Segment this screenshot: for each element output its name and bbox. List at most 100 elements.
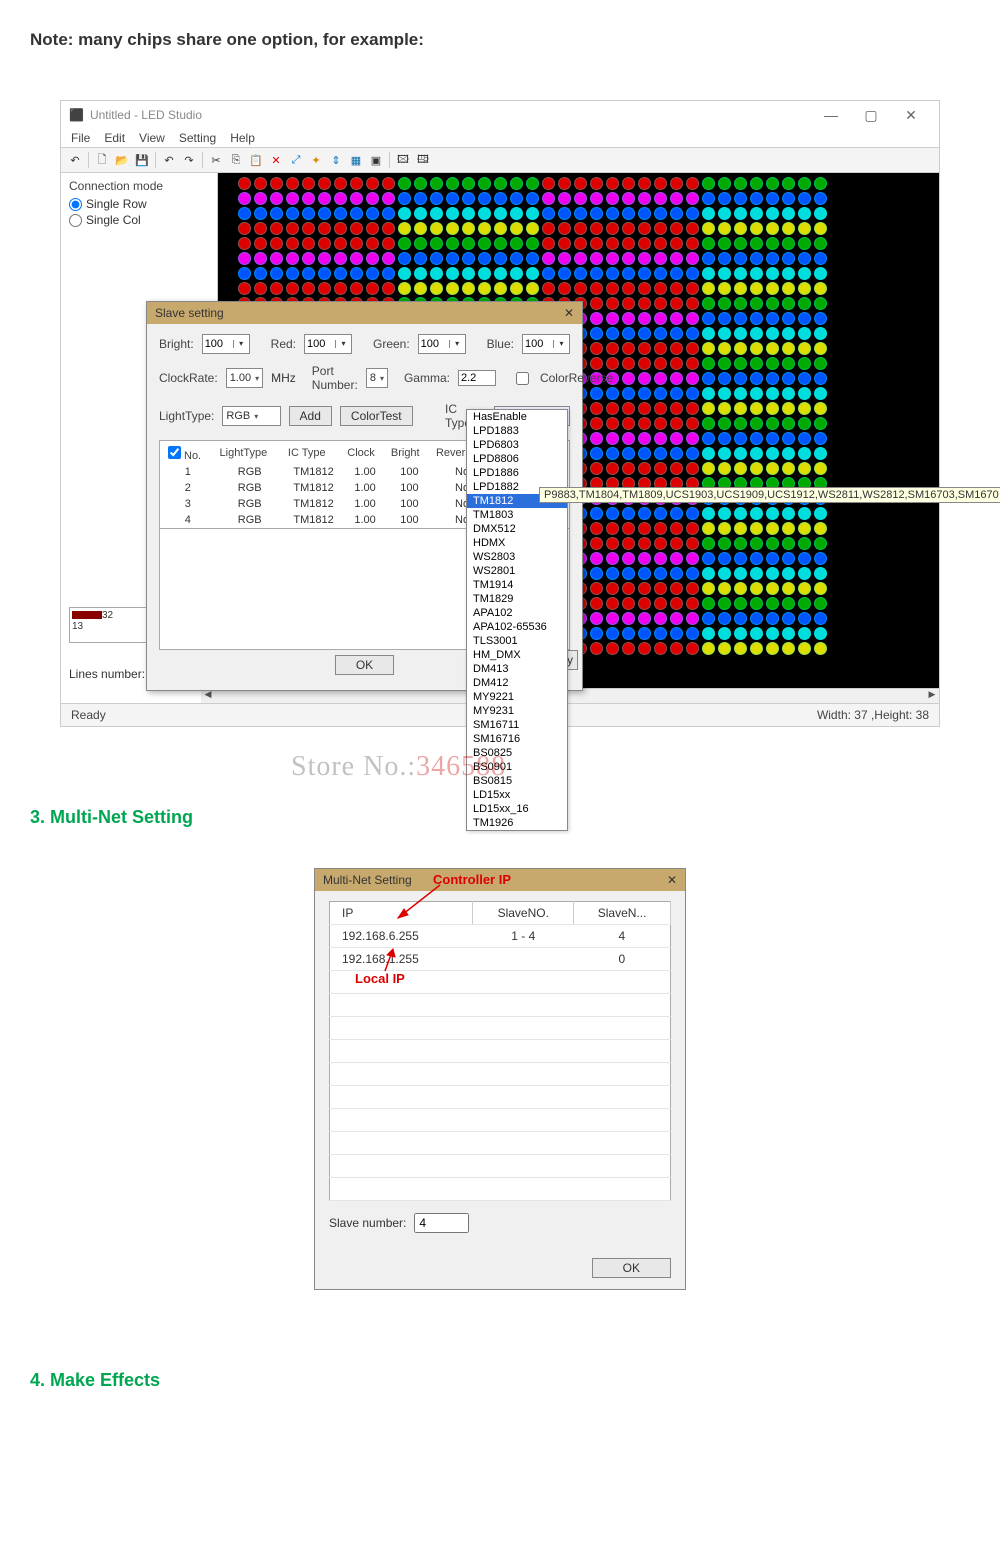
ictype-option[interactable]: APA102	[467, 606, 567, 620]
ictype-option[interactable]: HasEnable	[467, 410, 567, 424]
single-col-label: Single Col	[86, 213, 141, 227]
ictype-option[interactable]: LPD8806	[467, 452, 567, 466]
tool-c-icon[interactable]: ⇕	[327, 151, 345, 169]
slave-number-label: Slave number:	[329, 1216, 406, 1230]
ictype-option[interactable]: WS2803	[467, 550, 567, 564]
clockrate-label: ClockRate:	[159, 371, 218, 385]
ictype-option[interactable]: DM413	[467, 662, 567, 676]
clockrate-value[interactable]: 1.00	[230, 372, 251, 384]
single-row-radio[interactable]	[69, 198, 82, 211]
ictype-option[interactable]: TM1914	[467, 578, 567, 592]
ictype-option[interactable]: BS0901	[467, 760, 567, 774]
bright-label: Bright:	[159, 337, 194, 351]
new-icon[interactable]: 🗋	[93, 151, 111, 169]
ictype-option[interactable]: LPD1886	[467, 466, 567, 480]
menu-file[interactable]: File	[71, 131, 90, 145]
save-icon[interactable]: 💾	[133, 151, 151, 169]
maximize-button[interactable]: ▢	[851, 107, 891, 124]
mn-ok-button[interactable]: OK	[592, 1258, 671, 1278]
ictype-option[interactable]: APA102-65536	[467, 620, 567, 634]
undo-icon[interactable]: ↶	[66, 151, 84, 169]
ictype-option[interactable]: TM1926	[467, 816, 567, 830]
single-col-radio[interactable]	[69, 214, 82, 227]
ictype-option[interactable]: LD15xx	[467, 788, 567, 802]
menu-view[interactable]: View	[139, 131, 165, 145]
table-check-all[interactable]	[168, 446, 181, 459]
table-row	[330, 1109, 671, 1132]
ictype-option[interactable]: DM412	[467, 676, 567, 690]
slave-ok-button[interactable]: OK	[335, 655, 394, 675]
undo2-icon[interactable]: ↶	[160, 151, 178, 169]
open-icon[interactable]: 📂	[113, 151, 131, 169]
toolbar: ↶ 🗋 📂 💾 ↶ ↷ ✂ ⎘ 📋 ✕ ⤢ ✦ ⇕ ▦ ▣ 🖾 🖽	[61, 148, 939, 173]
window-title: Untitled - LED Studio	[90, 108, 811, 122]
redo-icon[interactable]: ↷	[180, 151, 198, 169]
ictype-option[interactable]: DMX512	[467, 522, 567, 536]
delete-icon[interactable]: ✕	[267, 151, 285, 169]
th-clock: Clock	[343, 441, 387, 465]
ictype-option[interactable]: LPD6803	[467, 438, 567, 452]
tool-a-icon[interactable]: ⤢	[287, 151, 305, 169]
ictype-option[interactable]: TM1803	[467, 508, 567, 522]
status-wh: Width: 37 ,Height: 38	[709, 708, 929, 722]
grid-icon[interactable]: ▦	[347, 151, 365, 169]
spin-icon[interactable]: ▾	[233, 340, 249, 348]
cut-icon[interactable]: ✂	[207, 151, 225, 169]
chevron-down-icon[interactable]: ▾	[255, 374, 259, 383]
paste-icon[interactable]: 📋	[247, 151, 265, 169]
ictype-option[interactable]: SM16716	[467, 732, 567, 746]
green-input[interactable]	[419, 338, 449, 350]
tool-b-icon[interactable]: ✦	[307, 151, 325, 169]
list-idx-13: 13	[72, 621, 83, 632]
close-button[interactable]: ✕	[891, 107, 931, 124]
ictype-option[interactable]: TM1829	[467, 592, 567, 606]
lighttype-label: LightType:	[159, 409, 214, 423]
single-row-label: Single Row	[86, 197, 147, 211]
chevron-down-icon[interactable]: ▾	[254, 412, 258, 421]
scroll-left-icon[interactable]: ◀	[201, 689, 215, 703]
connection-mode-label: Connection mode	[69, 179, 209, 193]
scroll-right-icon[interactable]: ▶	[925, 689, 939, 703]
img-icon[interactable]: 🖾	[394, 151, 412, 169]
chart-icon[interactable]: 🖽	[414, 151, 432, 169]
ictype-option[interactable]: MY9221	[467, 690, 567, 704]
spin-icon[interactable]: ▾	[553, 340, 569, 348]
ictype-option[interactable]: LPD1883	[467, 424, 567, 438]
spin-icon[interactable]: ▾	[449, 340, 465, 348]
ictype-option[interactable]: MY9231	[467, 704, 567, 718]
menu-help[interactable]: Help	[230, 131, 255, 145]
gamma-input[interactable]	[458, 370, 496, 386]
th-ictype: IC Type	[284, 441, 343, 465]
portnumber-value[interactable]: 8	[370, 372, 376, 384]
blue-input[interactable]	[523, 338, 553, 350]
slave-number-input[interactable]	[414, 1213, 469, 1233]
bright-input[interactable]	[203, 338, 233, 350]
ictype-dropdown[interactable]: HasEnableLPD1883LPD6803LPD8806LPD1886LPD…	[466, 409, 568, 831]
ictype-option[interactable]: HDMX	[467, 536, 567, 550]
note-text: Note: many chips share one option, for e…	[30, 30, 970, 50]
ictype-option[interactable]: HM_DMX	[467, 648, 567, 662]
colorreverse-checkbox[interactable]	[516, 372, 529, 385]
lighttype-value[interactable]: RGB	[226, 410, 250, 422]
colortest-button[interactable]: ColorTest	[340, 406, 413, 426]
rect-icon[interactable]: ▣	[367, 151, 385, 169]
add-button[interactable]: Add	[289, 406, 332, 426]
ictype-option[interactable]: SM16711	[467, 718, 567, 732]
ictype-option[interactable]: BS0825	[467, 746, 567, 760]
slave-dialog-close-icon[interactable]: ✕	[564, 306, 574, 320]
menu-edit[interactable]: Edit	[104, 131, 125, 145]
slave-dialog-title: Slave setting	[155, 306, 224, 320]
copy-icon[interactable]: ⎘	[227, 151, 245, 169]
menu-setting[interactable]: Setting	[179, 131, 216, 145]
spin-icon[interactable]: ▾	[335, 340, 351, 348]
ictype-option[interactable]: LD15xx_16	[467, 802, 567, 816]
ictype-option[interactable]: BS0815	[467, 774, 567, 788]
mn-close-icon[interactable]: ✕	[667, 873, 677, 887]
red-input[interactable]	[305, 338, 335, 350]
ictype-option[interactable]: WS2801	[467, 564, 567, 578]
minimize-button[interactable]: —	[811, 107, 851, 123]
chevron-down-icon[interactable]: ▾	[380, 374, 384, 383]
annot-controller-ip: Controller IP	[433, 872, 511, 887]
ictype-option[interactable]: TLS3001	[467, 634, 567, 648]
table-row	[330, 1178, 671, 1201]
